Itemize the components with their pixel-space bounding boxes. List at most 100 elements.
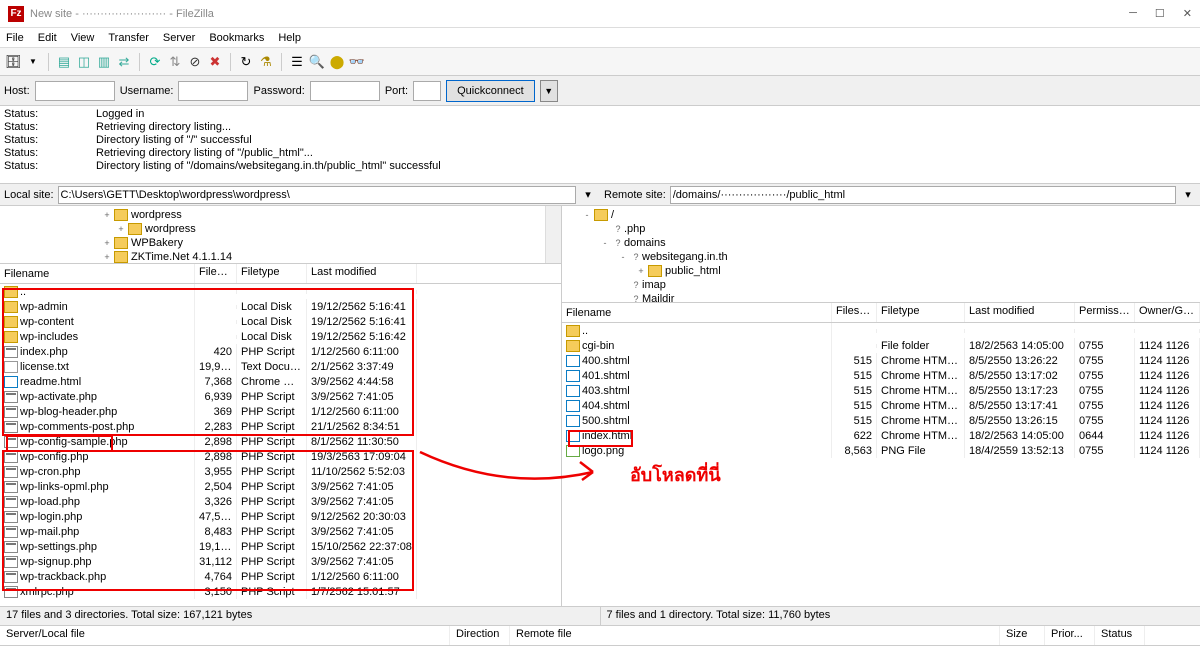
file-row[interactable]: wp-settings.php19,120PHP Script15/10/256… bbox=[0, 539, 561, 554]
dropdown-icon[interactable]: ▼ bbox=[24, 53, 42, 71]
tree-node[interactable]: +ZKTime.Net 4.1.1.14 bbox=[0, 250, 561, 264]
menu-view[interactable]: View bbox=[71, 32, 95, 44]
col-permissions[interactable]: Permissions bbox=[1075, 303, 1135, 322]
file-row[interactable]: logo.png8,563PNG File18/4/2559 13:52:130… bbox=[562, 443, 1200, 458]
file-row[interactable]: wp-comments-post.php2,283PHP Script21/1/… bbox=[0, 419, 561, 434]
col-filename[interactable]: Filename bbox=[0, 264, 195, 283]
host-input[interactable] bbox=[35, 81, 115, 101]
file-row[interactable]: index.html622Chrome HTML D...18/2/2563 1… bbox=[562, 428, 1200, 443]
qcol-priority[interactable]: Prior... bbox=[1045, 626, 1095, 645]
col-filename[interactable]: Filename bbox=[562, 303, 832, 322]
menu-transfer[interactable]: Transfer bbox=[108, 32, 149, 44]
col-filesize[interactable]: Filesize bbox=[195, 264, 237, 283]
toggle-tree-icon[interactable]: ◫ bbox=[75, 53, 93, 71]
file-row[interactable]: wp-cron.php3,955PHP Script11/10/2562 5:5… bbox=[0, 464, 561, 479]
file-row[interactable]: .. bbox=[0, 284, 561, 299]
file-row[interactable]: 401.shtml515Chrome HTML D...8/5/2550 13:… bbox=[562, 368, 1200, 383]
file-row[interactable]: wp-contentLocal Disk19/12/2562 5:16:41 bbox=[0, 314, 561, 329]
file-row[interactable]: wp-config-sample.php2,898PHP Script8/1/2… bbox=[0, 434, 561, 449]
process-queue-icon[interactable]: ⇅ bbox=[166, 53, 184, 71]
file-row[interactable]: wp-adminLocal Disk19/12/2562 5:16:41 bbox=[0, 299, 561, 314]
remote-path-dropdown-icon[interactable]: ▾ bbox=[1180, 188, 1196, 201]
file-row[interactable]: wp-includesLocal Disk19/12/2562 5:16:42 bbox=[0, 329, 561, 344]
tree-node[interactable]: +public_html bbox=[562, 264, 1200, 278]
compare-icon[interactable]: ☰ bbox=[288, 53, 306, 71]
qcol-server-local[interactable]: Server/Local file bbox=[0, 626, 450, 645]
file-row[interactable]: readme.html7,368Chrome HT...3/9/2562 4:4… bbox=[0, 374, 561, 389]
file-row[interactable]: wp-trackback.php4,764PHP Script1/12/2560… bbox=[0, 569, 561, 584]
tree-node[interactable]: +WPBakery bbox=[0, 236, 561, 250]
qcol-status[interactable]: Status bbox=[1095, 626, 1145, 645]
transfer-queue-header: Server/Local file Direction Remote file … bbox=[0, 626, 1200, 646]
quickconnect-button[interactable]: Quickconnect bbox=[446, 80, 535, 102]
file-row[interactable]: .. bbox=[562, 323, 1200, 338]
file-row[interactable]: wp-signup.php31,112PHP Script3/9/2562 7:… bbox=[0, 554, 561, 569]
toolbar: 🗄 ▼ ▤ ◫ ▥ ⇄ ⟳ ⇅ ⊘ ✖ ↻ ⚗ ☰ 🔍 ⬤ 👓 bbox=[0, 48, 1200, 76]
port-input[interactable] bbox=[413, 81, 441, 101]
file-row[interactable]: wp-mail.php8,483PHP Script3/9/2562 7:41:… bbox=[0, 524, 561, 539]
tree-node[interactable]: ?Maildir bbox=[562, 292, 1200, 303]
search-icon[interactable]: 🔍 bbox=[308, 53, 326, 71]
menu-bookmarks[interactable]: Bookmarks bbox=[209, 32, 264, 44]
menu-help[interactable]: Help bbox=[278, 32, 301, 44]
toggle-queue-icon[interactable]: ▥ bbox=[95, 53, 113, 71]
tree-node[interactable]: +wordpress bbox=[0, 208, 561, 222]
file-row[interactable]: license.txt19,935Text Docum...2/1/2562 3… bbox=[0, 359, 561, 374]
col-filesize[interactable]: Filesize bbox=[832, 303, 877, 322]
password-input[interactable] bbox=[310, 81, 380, 101]
file-row[interactable]: cgi-binFile folder18/2/2563 14:05:000755… bbox=[562, 338, 1200, 353]
remote-tree[interactable]: -/?.php-?domains-?websitegang.in.th+publ… bbox=[562, 206, 1200, 303]
col-filetype[interactable]: Filetype bbox=[877, 303, 965, 322]
local-file-list[interactable]: Filename Filesize Filetype Last modified… bbox=[0, 264, 561, 606]
scrollbar[interactable] bbox=[545, 206, 561, 263]
site-manager-icon[interactable]: 🗄 bbox=[4, 53, 22, 71]
maximize-icon[interactable]: ☐ bbox=[1155, 7, 1165, 20]
file-row[interactable]: index.php420PHP Script1/12/2560 6:11:00 bbox=[0, 344, 561, 359]
close-icon[interactable]: ✕ bbox=[1183, 7, 1192, 20]
col-filetype[interactable]: Filetype bbox=[237, 264, 307, 283]
local-path-dropdown-icon[interactable]: ▾ bbox=[580, 188, 596, 201]
refresh-icon[interactable]: ⟳ bbox=[146, 53, 164, 71]
file-row[interactable]: 400.shtml515Chrome HTML D...8/5/2550 13:… bbox=[562, 353, 1200, 368]
remote-path-input[interactable] bbox=[670, 186, 1176, 204]
col-lastmod[interactable]: Last modified bbox=[965, 303, 1075, 322]
reconnect-icon[interactable]: ↻ bbox=[237, 53, 255, 71]
minimize-icon[interactable]: ─ bbox=[1129, 7, 1137, 20]
qcol-direction[interactable]: Direction bbox=[450, 626, 510, 645]
username-input[interactable] bbox=[178, 81, 248, 101]
cancel-icon[interactable]: ⊘ bbox=[186, 53, 204, 71]
tree-node[interactable]: ?imap bbox=[562, 278, 1200, 292]
quickconnect-history-button[interactable]: ▼ bbox=[540, 80, 558, 102]
file-row[interactable]: wp-activate.php6,939PHP Script3/9/2562 7… bbox=[0, 389, 561, 404]
menu-edit[interactable]: Edit bbox=[38, 32, 57, 44]
menu-file[interactable]: File bbox=[6, 32, 24, 44]
file-row[interactable]: xmlrpc.php3,150PHP Script1/7/2562 15:01:… bbox=[0, 584, 561, 599]
remote-file-list[interactable]: Filename Filesize Filetype Last modified… bbox=[562, 303, 1200, 606]
file-row[interactable]: wp-login.php47,597PHP Script9/12/2562 20… bbox=[0, 509, 561, 524]
filter-icon[interactable]: ⚗ bbox=[257, 53, 275, 71]
tree-node[interactable]: -?domains bbox=[562, 236, 1200, 250]
qcol-remote-file[interactable]: Remote file bbox=[510, 626, 1000, 645]
sync-browse-icon[interactable]: ⬤ bbox=[328, 53, 346, 71]
file-row[interactable]: wp-links-opml.php2,504PHP Script3/9/2562… bbox=[0, 479, 561, 494]
file-row[interactable]: wp-config.php2,898PHP Script19/3/2563 17… bbox=[0, 449, 561, 464]
tree-node[interactable]: -?websitegang.in.th bbox=[562, 250, 1200, 264]
file-row[interactable]: 404.shtml515Chrome HTML D...8/5/2550 13:… bbox=[562, 398, 1200, 413]
qcol-size[interactable]: Size bbox=[1000, 626, 1045, 645]
file-row[interactable]: 403.shtml515Chrome HTML D...8/5/2550 13:… bbox=[562, 383, 1200, 398]
menu-server[interactable]: Server bbox=[163, 32, 195, 44]
file-row[interactable]: wp-blog-header.php369PHP Script1/12/2560… bbox=[0, 404, 561, 419]
tree-node[interactable]: -/ bbox=[562, 208, 1200, 222]
local-tree[interactable]: +wordpress+wordpress+WPBakery+ZKTime.Net… bbox=[0, 206, 561, 264]
toggle-log-icon[interactable]: ▤ bbox=[55, 53, 73, 71]
tree-node[interactable]: +wordpress bbox=[0, 222, 561, 236]
binoculars-icon[interactable]: 👓 bbox=[348, 53, 366, 71]
file-row[interactable]: wp-load.php3,326PHP Script3/9/2562 7:41:… bbox=[0, 494, 561, 509]
file-row[interactable]: 500.shtml515Chrome HTML D...8/5/2550 13:… bbox=[562, 413, 1200, 428]
local-path-input[interactable] bbox=[58, 186, 576, 204]
disconnect-icon[interactable]: ✖ bbox=[206, 53, 224, 71]
tree-node[interactable]: ?.php bbox=[562, 222, 1200, 236]
col-lastmod[interactable]: Last modified bbox=[307, 264, 417, 283]
col-owner-group[interactable]: Owner/Group bbox=[1135, 303, 1200, 322]
toggle-sync-icon[interactable]: ⇄ bbox=[115, 53, 133, 71]
